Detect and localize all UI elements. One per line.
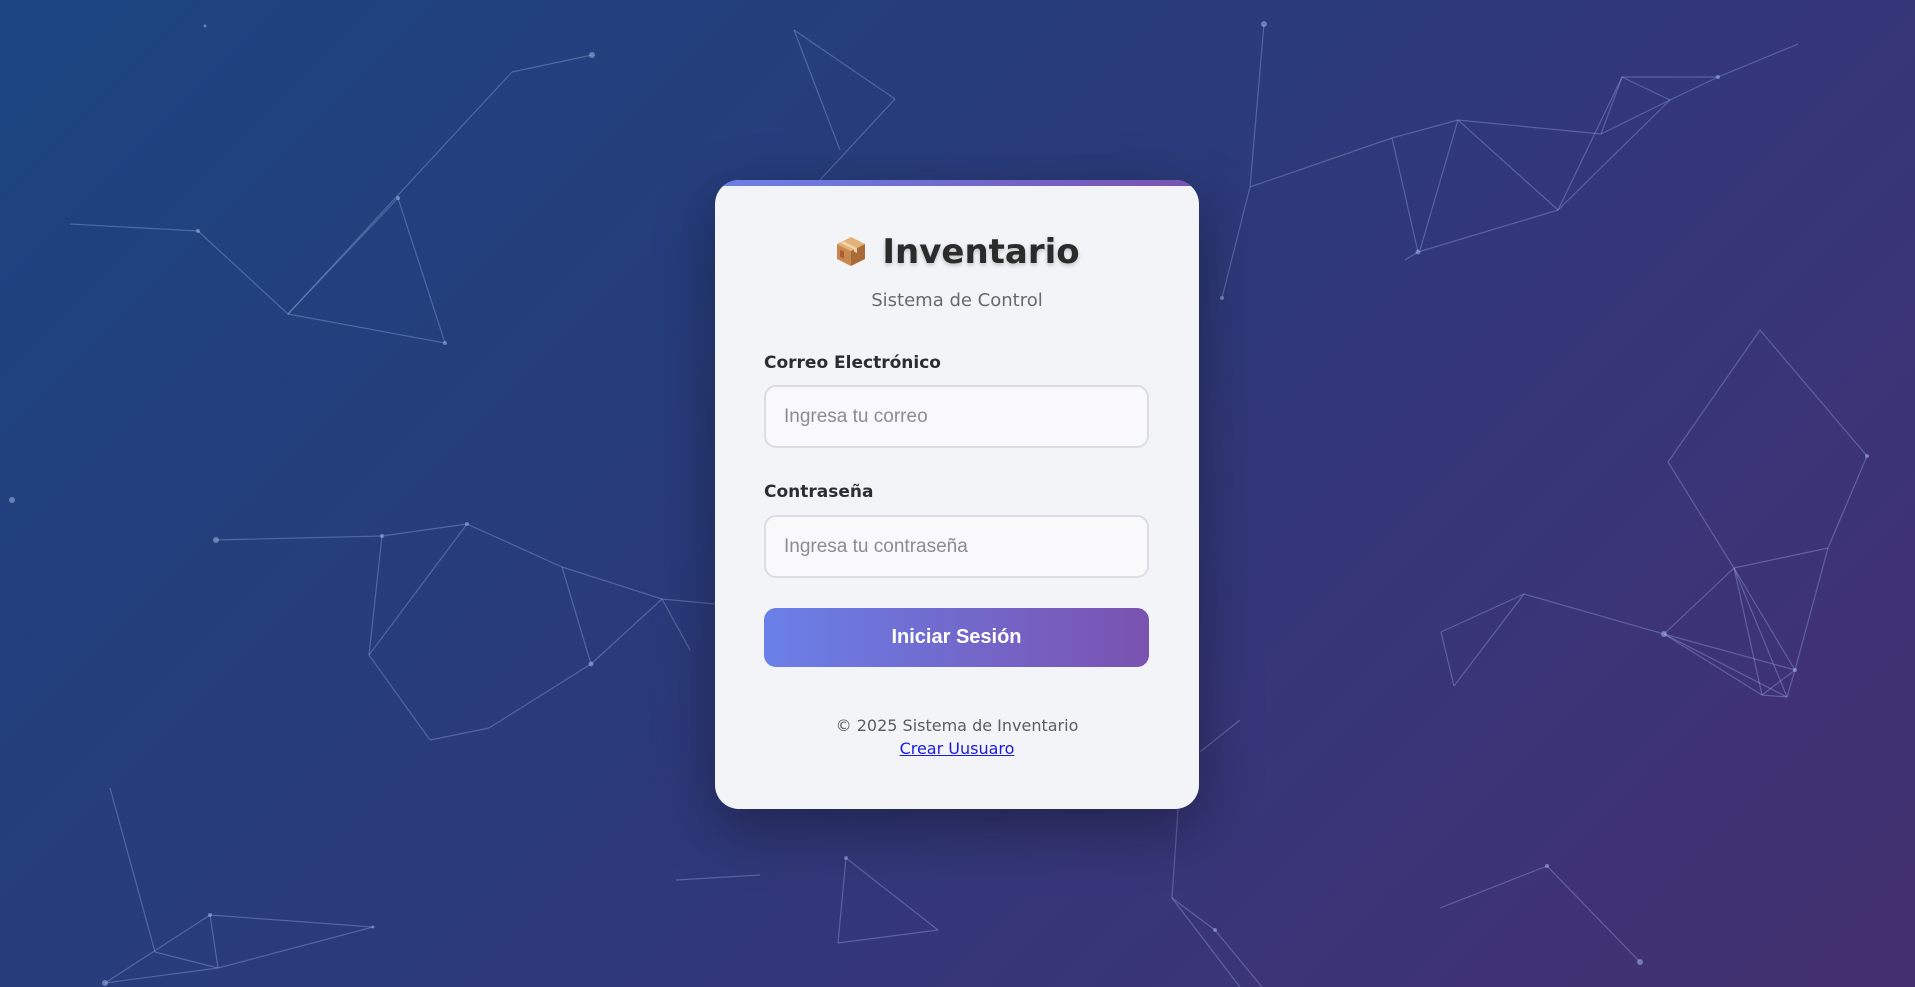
app-brand: Inventario (715, 232, 1199, 272)
package-icon (837, 237, 866, 266)
page-title: Inventario (882, 232, 1080, 272)
create-user-link[interactable]: Crear Uusuaro (900, 739, 1015, 758)
create-user-container: Crear Uusuaro (715, 739, 1199, 758)
copyright-text: © 2025 Sistema de Inventario (835, 716, 1079, 735)
page-subtitle: Sistema de Control (871, 290, 1043, 311)
password-field[interactable] (764, 515, 1149, 578)
login-card: Inventario Sistema de Control Correo Ele… (715, 180, 1199, 809)
email-label: Correo Electrónico (764, 353, 941, 373)
password-label: Contraseña (764, 482, 874, 502)
login-button[interactable]: Iniciar Sesión (764, 608, 1149, 667)
email-field[interactable] (764, 385, 1149, 448)
card-accent-bar (715, 180, 1199, 186)
